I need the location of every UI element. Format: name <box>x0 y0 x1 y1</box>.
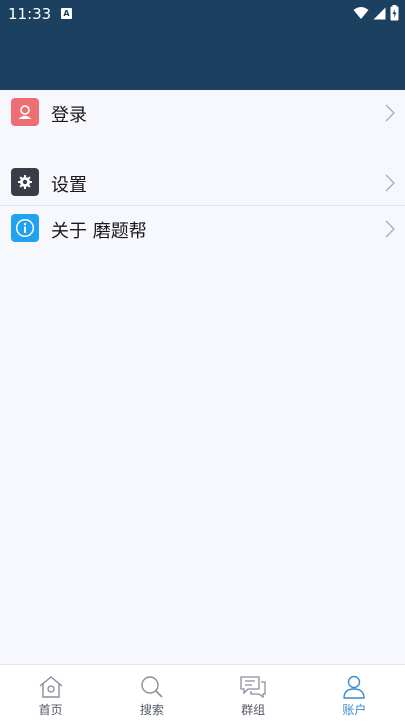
login-row[interactable]: 登录 <box>0 90 405 136</box>
chevron-right-icon <box>385 174 395 192</box>
notification-badge-icon: A <box>61 8 72 19</box>
nav-search[interactable]: 搜索 <box>101 665 202 721</box>
nav-search-label: 搜索 <box>139 703 164 717</box>
app-screen: 11:33 A 登录 设置 关于 磨题帮 首页 搜索 群组 账户 <box>0 0 405 721</box>
nav-home[interactable]: 首页 <box>0 665 101 721</box>
wifi-icon <box>353 7 369 19</box>
app-header: 11:33 A <box>0 0 405 90</box>
home-icon <box>39 676 63 698</box>
settings-row[interactable]: 设置 <box>0 160 405 206</box>
nav-home-label: 首页 <box>38 703 63 717</box>
status-icons <box>353 5 399 21</box>
search-icon <box>141 676 163 698</box>
gear-icon <box>11 168 39 196</box>
nav-groups[interactable]: 群组 <box>203 665 304 721</box>
chevron-right-icon <box>385 220 395 238</box>
about-row[interactable]: 关于 磨题帮 <box>0 206 405 252</box>
bottom-nav: 首页 搜索 群组 账户 <box>0 664 405 721</box>
user-icon <box>11 98 39 126</box>
login-label: 登录 <box>51 105 87 126</box>
signal-icon <box>373 7 386 19</box>
about-label: 关于 磨题帮 <box>51 221 147 242</box>
status-time: 11:33 <box>8 5 52 23</box>
nav-account-label: 账户 <box>342 703 367 717</box>
battery-icon <box>390 5 399 21</box>
info-icon <box>11 214 39 242</box>
settings-label: 设置 <box>51 175 87 196</box>
nav-account[interactable]: 账户 <box>304 665 405 721</box>
account-icon <box>343 675 366 699</box>
nav-groups-label: 群组 <box>241 703 266 717</box>
chevron-right-icon <box>385 104 395 122</box>
chat-icon <box>240 676 266 699</box>
